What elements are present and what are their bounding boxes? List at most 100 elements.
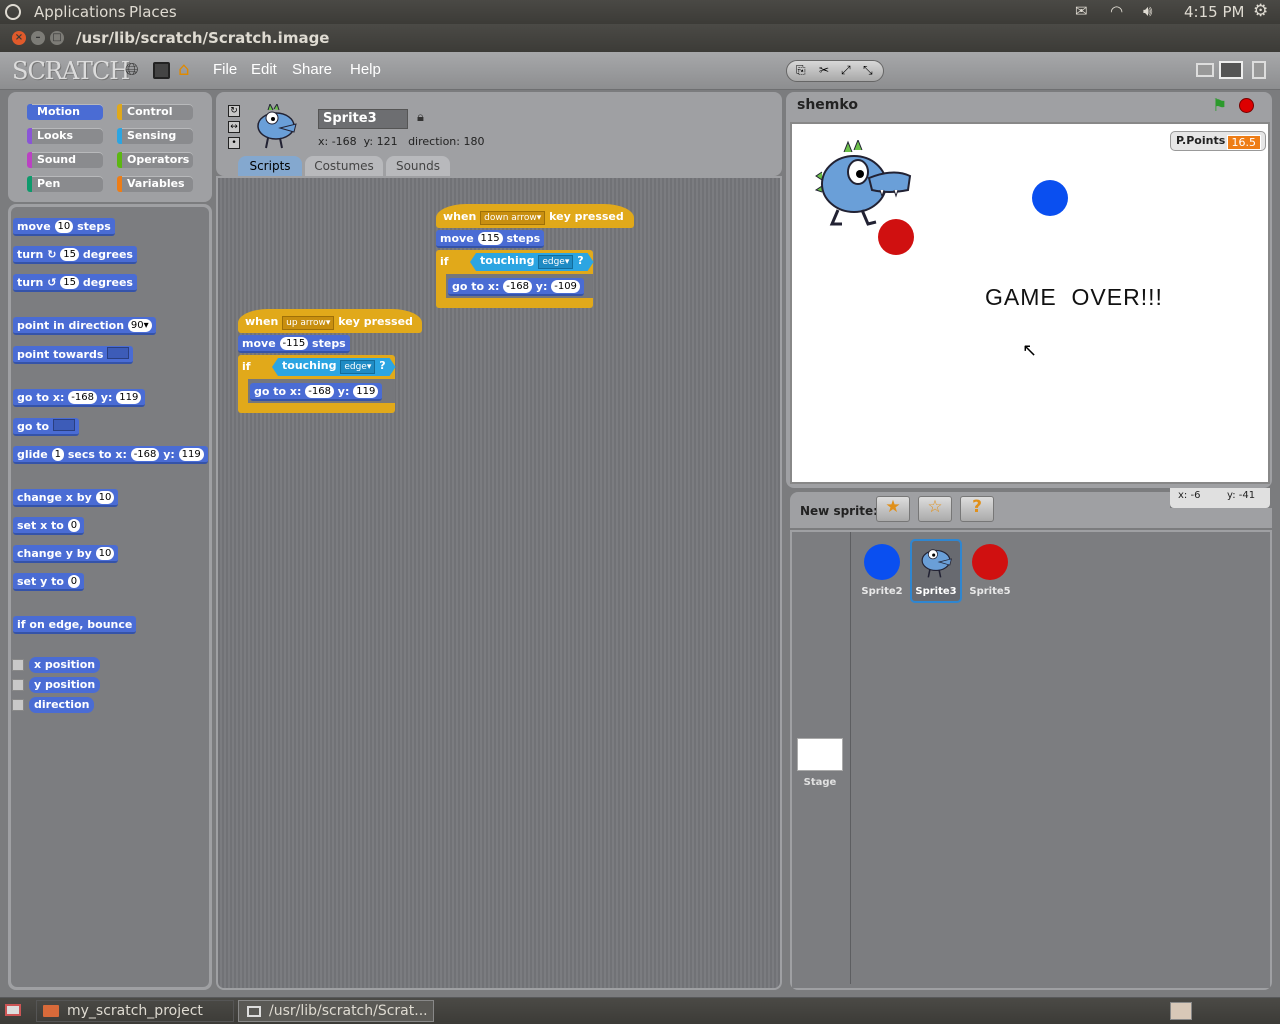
stop-sign-icon[interactable] [1239,98,1254,113]
duplicate-tool-icon[interactable]: ⎘ [796,63,806,78]
share-menu[interactable]: Share [292,61,332,78]
category-motion[interactable]: Motion [27,104,103,120]
tab-sounds[interactable]: Sounds [386,156,450,176]
dropdown-chevron-icon[interactable] [52,419,75,431]
minimize-window-icon[interactable]: – [31,31,45,45]
taskbar-item-scratch[interactable]: /usr/lib/scratch/Scrat... [238,1000,434,1022]
block-turn-left[interactable]: turn ↺ 15 degrees [13,274,137,292]
category-sound[interactable]: Sound [27,152,103,168]
choose-sprite-file-button[interactable]: ☆ [918,496,952,522]
block-glide[interactable]: glide 1 secs to x: -168 y: 119 [13,446,208,464]
sprite-thumb-sprite5[interactable]: Sprite5 [966,540,1014,602]
tab-costumes[interactable]: Costumes [305,156,383,176]
settings-gear-icon[interactable]: ⚙ [1253,1,1268,21]
surprise-sprite-button[interactable]: ? [960,496,994,522]
tab-scripts[interactable]: Scripts [238,156,302,176]
block-goto[interactable]: go to [13,418,79,436]
file-menu[interactable]: File [213,61,237,78]
block-point-direction[interactable]: point in direction 90▾ [13,317,156,335]
key-dropdown[interactable]: down arrow▾ [480,211,546,225]
block-change-y[interactable]: change y by 10 [13,545,119,563]
green-flag-icon[interactable]: ⚑ [1212,96,1227,116]
block-input[interactable]: -168 [503,280,532,293]
block-bounce[interactable]: if on edge, bounce [13,616,137,634]
block-input[interactable]: -168 [68,391,97,404]
reporter-y-position[interactable]: y position [29,677,101,693]
variable-monitor[interactable]: P.Points 16.5 [1170,131,1266,151]
applications-menu[interactable]: Applications [34,3,126,21]
save-icon[interactable] [153,62,170,79]
block-input[interactable]: 15 [60,276,79,289]
maximize-window-icon[interactable]: □ [50,31,64,45]
block-input[interactable]: 119 [353,385,379,398]
share-upload-icon[interactable]: ⌂ [178,59,189,80]
hat-block-when-key[interactable]: when down arrow▾ key pressed [436,204,634,228]
block-input[interactable]: 0 [67,519,81,532]
block-input[interactable]: 119 [116,391,142,404]
normal-stage-icon[interactable] [1219,61,1243,79]
rotate-style-free-icon[interactable]: ↻ [228,105,240,117]
block-input[interactable]: 10 [95,547,115,560]
direction-checkbox[interactable] [12,699,24,711]
block-change-x[interactable]: change x by 10 [13,489,119,507]
block-input[interactable]: 119 [178,448,204,461]
block-input[interactable]: -168 [130,448,160,461]
rotate-style-none-icon[interactable]: • [228,137,240,149]
touching-dropdown[interactable]: edge▾ [538,255,573,269]
block-input[interactable]: 1 [51,448,64,461]
stage-thumbnail[interactable]: Stage [796,737,844,793]
grow-tool-icon[interactable]: ⤢ [841,63,851,78]
block-input[interactable]: 15 [60,248,79,261]
block-goto-xy[interactable]: go to x: -168 y: 119 [250,383,383,401]
block-input[interactable]: 90▾ [127,319,152,332]
wifi-icon[interactable]: ◠ [1110,2,1123,20]
presentation-mode-icon[interactable] [1252,61,1266,79]
sprite-thumb-sprite3[interactable]: Sprite3 [910,539,962,603]
places-menu[interactable]: Places [129,3,177,21]
script-up-arrow[interactable]: when up arrow▾ key pressed move -115 ste… [238,297,428,419]
sprite-name-field[interactable]: Sprite3 [318,109,408,129]
block-move-steps[interactable]: move 10 steps [13,218,115,236]
edit-menu[interactable]: Edit [251,61,277,78]
small-stage-icon[interactable] [1196,63,1214,77]
block-input[interactable]: 0 [67,575,81,588]
block-input[interactable]: 115 [477,232,503,245]
close-window-icon[interactable]: × [12,31,26,45]
block-input[interactable]: 10 [95,491,115,504]
delete-tool-icon[interactable]: ✂ [819,63,829,77]
globe-language-icon[interactable]: 🌐︎ [125,60,139,80]
block-move-steps[interactable]: move -115 steps [238,335,350,353]
block-set-y[interactable]: set y to 0 [13,573,85,591]
key-dropdown[interactable]: up arrow▾ [282,316,335,330]
category-pen[interactable]: Pen [27,176,103,192]
block-input[interactable]: 10 [54,220,74,233]
touching-sensor-block[interactable]: touching edge▾ ? [272,358,396,376]
stage[interactable]: P.Points 16.5 GAME OVER!!! ↖ [790,122,1270,484]
block-point-towards[interactable]: point towards [13,346,134,364]
rotate-style-flip-icon[interactable]: ↔ [228,121,240,133]
category-control[interactable]: Control [117,104,193,120]
ubuntu-logo-icon[interactable] [5,4,21,20]
hat-block-when-key[interactable]: when up arrow▾ key pressed [238,309,422,333]
block-turn-right[interactable]: turn ↻ 15 degrees [13,246,137,264]
block-input[interactable]: -168 [305,385,334,398]
touching-sensor-block[interactable]: touching edge▾ ? [470,253,594,271]
block-goto-xy[interactable]: go to x: -168 y: -109 [448,278,584,296]
sprite-thumb-sprite2[interactable]: Sprite2 [858,540,906,602]
block-input[interactable]: -109 [551,280,580,293]
mail-icon[interactable]: ✉ [1075,2,1088,20]
block-goto-xy[interactable]: go to x: -168 y: 119 [13,389,146,407]
paint-new-sprite-button[interactable]: ★ [876,496,910,522]
reporter-direction[interactable]: direction [29,697,95,713]
x-position-checkbox[interactable] [12,659,24,671]
block-set-x[interactable]: set x to 0 [13,517,85,535]
shrink-tool-icon[interactable]: ⤡ [863,63,873,78]
workspace-switcher-icon[interactable] [1170,1002,1192,1020]
show-desktop-icon[interactable] [5,1004,21,1016]
taskbar-item-folder[interactable]: my_scratch_project [36,1000,234,1022]
category-sensing[interactable]: Sensing [117,128,193,144]
lock-icon[interactable]: 🔒︎ [417,110,424,125]
block-input[interactable]: -115 [279,337,309,350]
y-position-checkbox[interactable] [12,679,24,691]
dropdown-chevron-icon[interactable] [107,347,130,359]
